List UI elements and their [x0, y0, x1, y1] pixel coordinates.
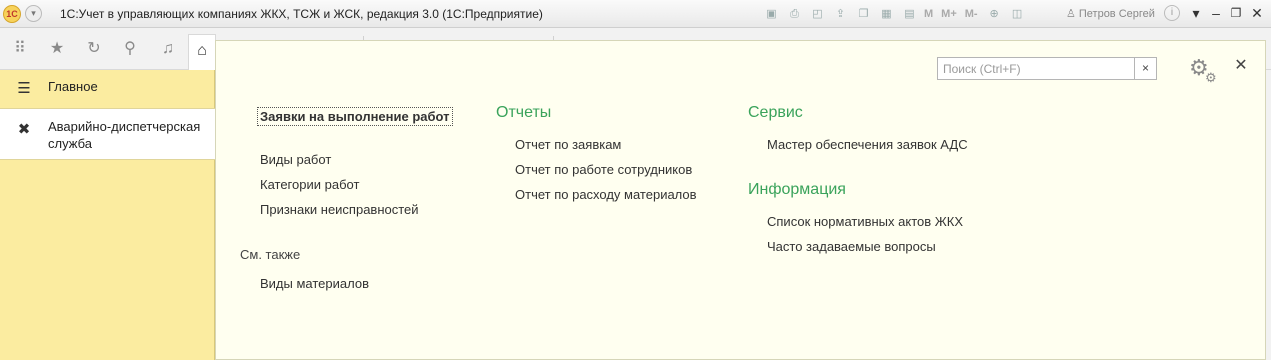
link-fault-signs[interactable]: Признаки неисправностей [260, 202, 419, 217]
reports-heading: Отчеты [496, 104, 552, 121]
app-logo-icon[interactable]: 1С [3, 5, 21, 23]
settings-gear-icon[interactable]: ⚙ ⚙ [1189, 55, 1219, 85]
user-name: Петров Сергей [1078, 8, 1155, 20]
link-material-types[interactable]: Виды материалов [260, 276, 369, 291]
link-report-employees[interactable]: Отчет по работе сотрудников [515, 162, 692, 177]
sections-sidebar: ☰ Главное ✖ Аварийно-диспетчерская служб… [0, 70, 215, 360]
zoom-icon[interactable]: ⊕ [986, 6, 1003, 22]
copy-icon[interactable]: ❐ [855, 6, 872, 22]
preview-icon[interactable]: ◰ [809, 6, 826, 22]
save-icon[interactable]: ▣ [763, 6, 780, 22]
current-user[interactable]: ♙ Петров Сергей [1066, 7, 1155, 20]
sidebar-item-emergency-dispatch[interactable]: ✖ Аварийно-диспетчерская служба [0, 108, 215, 160]
search-box: × [937, 57, 1157, 80]
sidebar-item-label: Аварийно-диспетчерская служба [48, 119, 201, 151]
main-menu-button[interactable]: ▾ [25, 5, 42, 22]
notifications-bell-icon[interactable]: ♫ [156, 38, 180, 60]
title-toolbar: ▣ ⎙ ◰ ⇪ ❐ ▦ ▤ M M+ M- ⊕ ◫ [763, 4, 1032, 24]
panels-icon[interactable]: ◫ [1009, 6, 1026, 22]
info-icon[interactable]: i [1164, 5, 1180, 21]
link-report-materials[interactable]: Отчет по расходу материалов [515, 187, 697, 202]
sidebar-item-label: Главное [48, 79, 98, 94]
restore-button[interactable]: ❐ [1227, 4, 1245, 22]
link-regulatory-acts[interactable]: Список нормативных актов ЖКХ [767, 214, 963, 229]
search-input[interactable] [938, 58, 1135, 79]
link-report-requests[interactable]: Отчет по заявкам [515, 137, 621, 152]
title-bar: 1С ▾ 1С:Учет в управляющих компаниях ЖКХ… [0, 0, 1271, 28]
memory-button[interactable]: M [924, 6, 933, 22]
favorites-star-icon[interactable]: ★ [45, 38, 69, 60]
memory-minus-button[interactable]: M- [965, 6, 978, 22]
search-icon[interactable]: ⚲ [118, 38, 142, 60]
upload-icon[interactable]: ⇪ [832, 6, 849, 22]
link-ads-wizard[interactable]: Мастер обеспечения заявок АДС [767, 137, 968, 152]
link-faq[interactable]: Часто задаваемые вопросы [767, 239, 936, 254]
dropdown-icon[interactable]: ▾ [1187, 4, 1205, 22]
section-panel: × ⚙⚙ ✕ Заявки на выполнение работ Виды р… [215, 40, 1266, 360]
link-work-categories[interactable]: Категории работ [260, 177, 359, 192]
print-icon[interactable]: ⎙ [786, 6, 803, 22]
calendar-icon[interactable]: ▤ [901, 6, 918, 22]
menu-lines-icon: ☰ [17, 80, 31, 97]
user-icon: ♙ [1066, 8, 1076, 20]
home-tab-icon[interactable]: ⌂ [188, 34, 216, 70]
close-window-button[interactable]: ✕ [1248, 4, 1266, 22]
memory-plus-button[interactable]: M+ [941, 6, 957, 22]
minimize-button[interactable]: – [1207, 4, 1225, 22]
close-panel-button[interactable]: ✕ [1233, 58, 1249, 74]
link-work-requests[interactable]: Заявки на выполнение работ [257, 107, 453, 126]
history-icon[interactable]: ↻ [82, 38, 106, 60]
information-heading: Информация [748, 181, 846, 198]
table-icon[interactable]: ▦ [878, 6, 895, 22]
wrench-screwdriver-icon: ✖ [17, 121, 31, 138]
search-clear-button[interactable]: × [1134, 58, 1156, 79]
link-work-types[interactable]: Виды работ [260, 152, 331, 167]
sidebar-item-main[interactable]: ☰ Главное [0, 78, 215, 106]
window-title: 1С:Учет в управляющих компаниях ЖКХ, ТСЖ… [60, 7, 543, 21]
apps-grid-icon[interactable]: ⠿ [8, 38, 32, 60]
service-heading: Сервис [748, 104, 803, 121]
see-also-heading: См. также [240, 247, 301, 262]
